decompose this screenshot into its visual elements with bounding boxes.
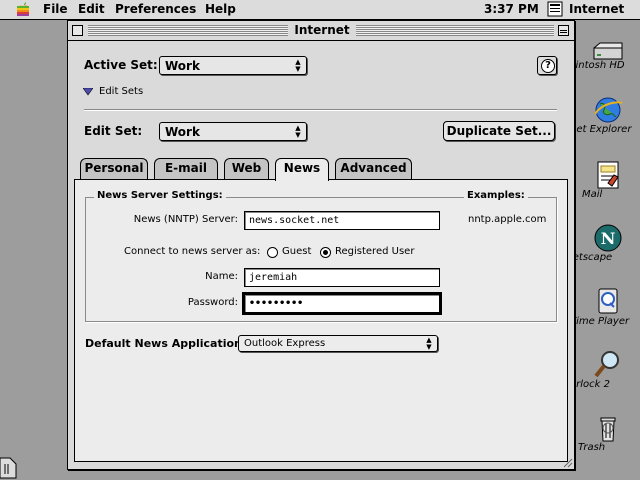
active-set-label: Active Set:: [84, 58, 158, 72]
application-menu[interactable]: Internet: [569, 2, 624, 16]
netscape-icon: N: [594, 224, 622, 252]
edit-set-value: Work: [165, 125, 200, 139]
default-news-app-label: Default News Application:: [85, 337, 247, 350]
group-title: News Server Settings:: [94, 190, 226, 201]
window-title-bar[interactable]: Internet: [68, 21, 574, 41]
news-tab-panel: News Server Settings: Examples: News (NN…: [74, 179, 568, 462]
tab-news[interactable]: News: [275, 158, 329, 181]
resize-grip-icon[interactable]: [561, 456, 573, 468]
separator: [84, 109, 557, 111]
duplicate-set-button[interactable]: Duplicate Set...: [443, 121, 555, 141]
active-set-popup[interactable]: Work ▲ ▼: [159, 56, 307, 75]
desktop-icon-label: erlock 2: [570, 379, 640, 390]
news-server-field[interactable]: news.socket.net: [244, 211, 440, 230]
desktop-icon-label: Mail: [582, 189, 640, 200]
drawer-tab-icon[interactable]: [0, 456, 18, 480]
question-mark-icon: ?: [541, 59, 555, 73]
tab-personal[interactable]: Personal: [80, 158, 148, 179]
password-field[interactable]: •••••••••: [242, 292, 442, 315]
popup-arrows-icon: ▲ ▼: [426, 336, 432, 351]
internet-control-panel-window: Internet Active Set: Work ▲ ▼ ? Edit Sets…: [67, 20, 575, 470]
tab-email[interactable]: E-mail: [154, 158, 218, 179]
disclosure-triangle-icon[interactable]: [83, 88, 93, 96]
edit-set-popup[interactable]: Work ▲ ▼: [159, 122, 307, 141]
menu-clock[interactable]: 3:37 PM: [484, 2, 539, 16]
server-example: nntp.apple.com: [468, 214, 547, 225]
tab-advanced[interactable]: Advanced: [335, 158, 412, 179]
popup-arrows-icon: ▲ ▼: [295, 58, 301, 73]
menu-help[interactable]: Help: [205, 2, 236, 16]
desktop-icon-label: net Explorer: [570, 124, 640, 135]
desktop-icon-label: Trash: [578, 442, 640, 453]
sherlock-icon: [594, 351, 619, 378]
internet-app-icon[interactable]: [547, 1, 563, 17]
hard-disk-icon: [593, 42, 623, 60]
internet-explorer-icon: [594, 97, 623, 123]
examples-title: Examples:: [464, 190, 528, 201]
edit-sets-label[interactable]: Edit Sets: [99, 86, 143, 97]
desktop-icon-label: cintosh HD: [570, 60, 640, 71]
window-title: Internet: [288, 23, 356, 37]
password-label: Password:: [187, 297, 238, 308]
edit-set-label: Edit Set:: [84, 124, 143, 138]
apple-menu-icon[interactable]: [14, 1, 32, 18]
popup-arrows-icon: ▲ ▼: [295, 124, 301, 139]
mail-icon: [597, 161, 619, 189]
close-box-icon[interactable]: [72, 25, 83, 36]
active-set-value: Work: [165, 59, 200, 73]
desktop-icon-label: letscape: [570, 252, 640, 263]
desktop-icon-label: Time Player: [570, 316, 640, 327]
menu-file[interactable]: File: [43, 2, 68, 16]
collapse-box-icon[interactable]: [558, 25, 569, 36]
trash-icon: [600, 417, 616, 442]
help-button[interactable]: ?: [537, 56, 557, 75]
svg-text:N: N: [601, 229, 616, 248]
name-field[interactable]: jeremiah: [244, 268, 440, 287]
server-label: News (NNTP) Server:: [133, 214, 238, 225]
radio-registered-user[interactable]: [320, 247, 331, 258]
connect-as-label: Connect to news server as:: [124, 246, 261, 257]
menu-bar: File Edit Preferences Help 3:37 PM Inter…: [0, 0, 640, 20]
name-label: Name:: [205, 271, 238, 282]
radio-guest[interactable]: [267, 247, 278, 258]
menu-preferences[interactable]: Preferences: [115, 2, 196, 16]
default-news-app-popup[interactable]: Outlook Express ▲ ▼: [238, 335, 438, 352]
tab-web[interactable]: Web: [224, 158, 269, 179]
quicktime-icon: [598, 288, 618, 314]
news-server-settings-group: News Server Settings: Examples: News (NN…: [85, 190, 557, 322]
radio-registered-label[interactable]: Registered User: [335, 246, 414, 257]
default-news-app-value: Outlook Express: [244, 338, 326, 349]
radio-guest-label[interactable]: Guest: [282, 246, 311, 257]
menu-edit[interactable]: Edit: [78, 2, 105, 16]
